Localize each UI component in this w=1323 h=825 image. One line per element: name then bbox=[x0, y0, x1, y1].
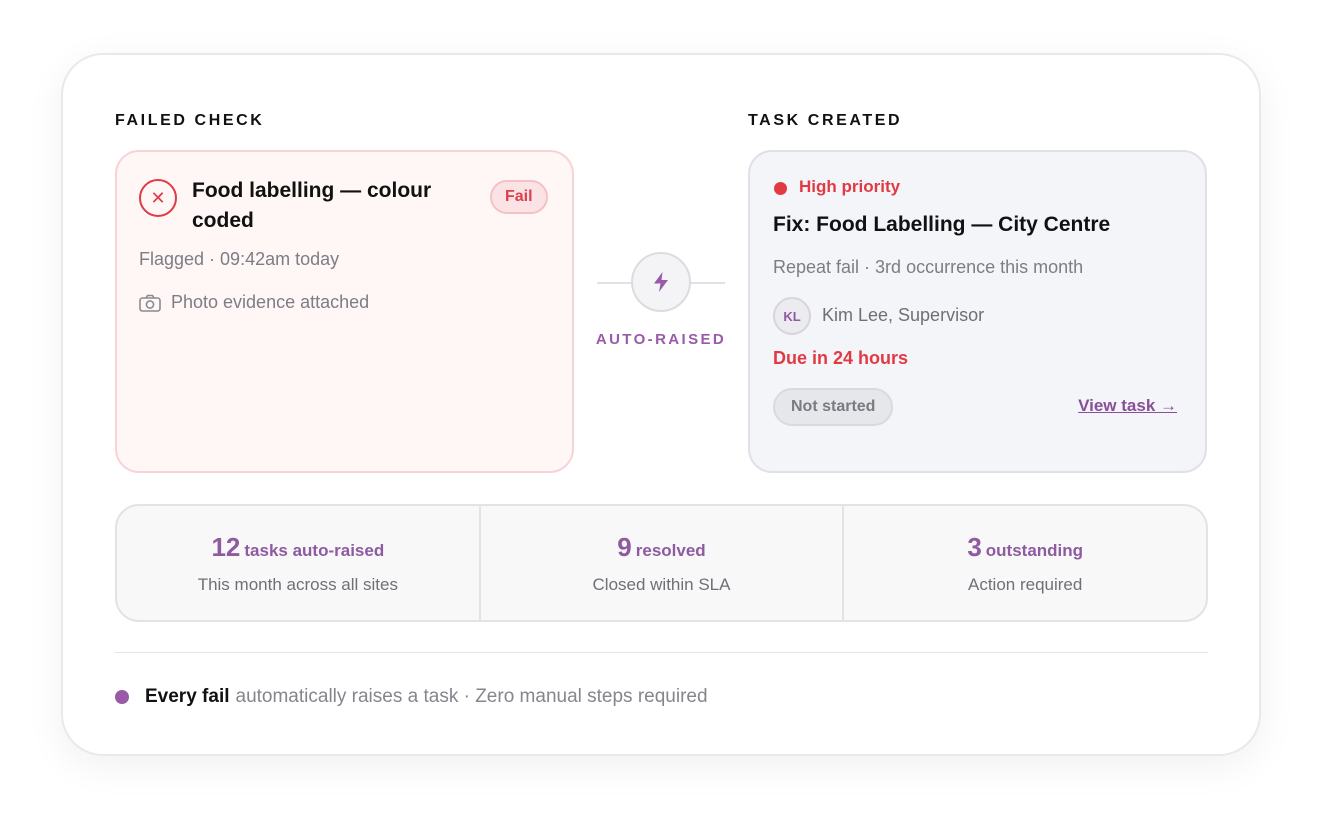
stat-resolved: 9 resolved Closed within SLA bbox=[478, 506, 843, 620]
view-task-link[interactable]: View task → bbox=[1078, 396, 1177, 416]
camera-icon bbox=[139, 294, 161, 312]
failed-check-heading: FAILED CHECK bbox=[115, 112, 265, 129]
auto-raised-label: AUTO-RAISED bbox=[595, 331, 727, 348]
stat-number: 9 bbox=[617, 532, 632, 562]
bullet-dot-icon bbox=[115, 690, 129, 704]
due-time: Due in 24 hours bbox=[773, 348, 909, 368]
stat-auto-raised: 12 tasks auto-raised This month across al… bbox=[117, 506, 479, 620]
fail-badge: Fail bbox=[490, 180, 548, 214]
lightning-bolt-icon bbox=[654, 272, 668, 292]
assignee-name: Kim Lee, Supervisor bbox=[822, 305, 985, 325]
stat-subtext: Closed within SLA bbox=[592, 575, 731, 594]
task-title: Fix: Food Labelling — City Centre bbox=[773, 213, 1111, 236]
status-badge[interactable]: Not started bbox=[773, 388, 894, 426]
divider bbox=[115, 652, 1208, 653]
stat-label: resolved bbox=[635, 541, 706, 560]
task-card[interactable]: High priority Fix: Food Labelling — City… bbox=[748, 150, 1207, 473]
stat-label: tasks auto-raised bbox=[244, 541, 385, 560]
stat-subtext: This month across all sites bbox=[197, 575, 398, 594]
connector-line-right bbox=[689, 282, 725, 284]
stat-outstanding: 3 outstanding Action required bbox=[842, 506, 1206, 620]
flagged-time: Flagged · 09:42am today bbox=[139, 249, 340, 269]
connector-line-left bbox=[597, 282, 633, 284]
task-subtitle: Repeat fail · 3rd occurrence this month bbox=[773, 257, 1084, 277]
stat-number: 12 bbox=[211, 532, 241, 562]
stat-label: outstanding bbox=[985, 541, 1084, 560]
stats-bar: 12 tasks auto-raised This month across al… bbox=[115, 504, 1208, 622]
footer-emphasis: Every fail bbox=[145, 686, 230, 707]
stat-number: 3 bbox=[967, 532, 982, 562]
photo-evidence[interactable]: Photo evidence attached bbox=[139, 292, 369, 313]
stat-subtext: Action required bbox=[968, 575, 1083, 594]
auto-raise-node bbox=[631, 252, 691, 312]
fail-x-icon: ✕ bbox=[139, 179, 177, 217]
failed-check-title: Food labelling — colour coded bbox=[192, 179, 432, 232]
task-created-heading: TASK CREATED bbox=[748, 112, 903, 129]
footer-note: Every fail automatically raises a task ·… bbox=[115, 686, 708, 708]
photo-evidence-label: Photo evidence attached bbox=[171, 292, 370, 312]
avatar: KL bbox=[773, 297, 811, 335]
failed-check-card[interactable]: ✕ Food labelling — colour coded Fail Fla… bbox=[115, 150, 574, 473]
priority-label: High priority bbox=[799, 177, 901, 196]
priority-dot-icon bbox=[774, 182, 787, 195]
footer-text: automatically raises a task · Zero manua… bbox=[235, 686, 708, 707]
